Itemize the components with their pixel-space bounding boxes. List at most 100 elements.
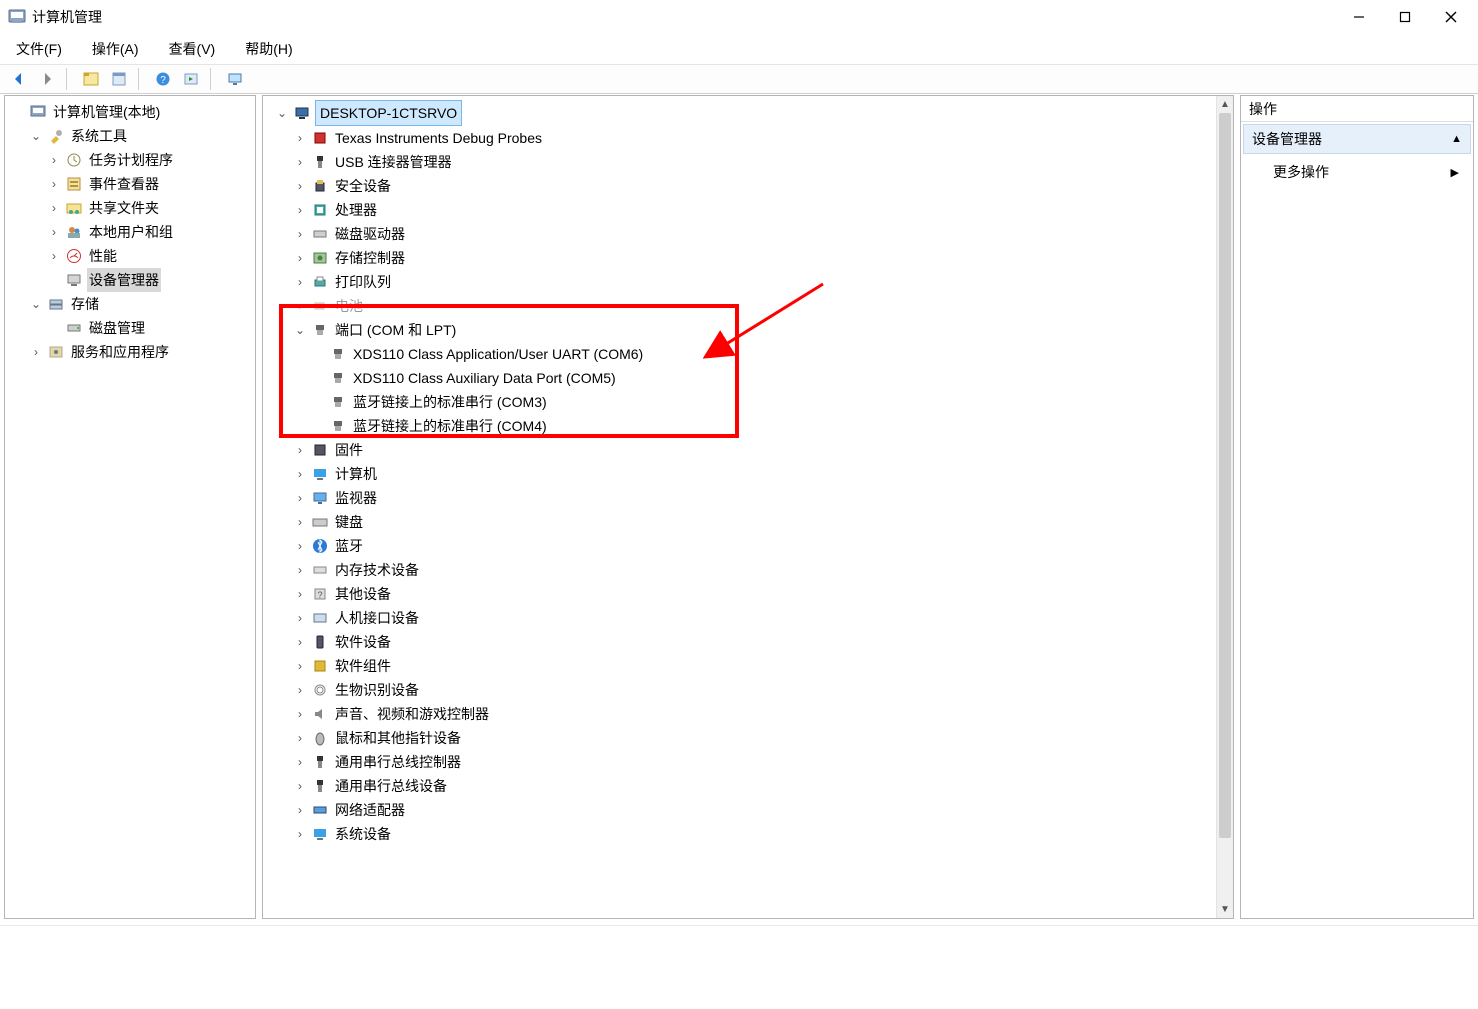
task-scheduler[interactable]: › 任务计划程序 xyxy=(43,148,253,172)
cat-software-devices[interactable]: ›软件设备 xyxy=(289,630,1214,654)
port-label: 蓝牙链接上的标准串行 (COM4) xyxy=(351,414,549,438)
refresh-button[interactable] xyxy=(178,67,204,91)
performance[interactable]: › 性能 xyxy=(43,244,253,268)
cat-ti-debug[interactable]: ›Texas Instruments Debug Probes xyxy=(289,126,1214,150)
cat-hid[interactable]: ›人机接口设备 xyxy=(289,606,1214,630)
port-bt-com4[interactable]: 蓝牙链接上的标准串行 (COM4) xyxy=(307,414,1214,438)
cat-software-components[interactable]: ›软件组件 xyxy=(289,654,1214,678)
chevron-down-icon[interactable]: ⌄ xyxy=(275,106,289,120)
event-viewer[interactable]: › 事件查看器 xyxy=(43,172,253,196)
chevron-right-icon[interactable]: › xyxy=(293,755,307,769)
chevron-right-icon[interactable]: › xyxy=(293,251,307,265)
chevron-right-icon[interactable]: › xyxy=(47,177,61,191)
show-hide-tree-button[interactable] xyxy=(78,67,104,91)
chevron-right-icon[interactable]: › xyxy=(293,539,307,553)
system-tools[interactable]: ⌄ 系统工具 xyxy=(25,124,253,148)
chevron-right-icon[interactable]: › xyxy=(293,635,307,649)
cat-system-devices[interactable]: ›系统设备 xyxy=(289,822,1214,846)
port-xds-uart[interactable]: XDS110 Class Application/User UART (COM6… xyxy=(307,342,1214,366)
chevron-right-icon[interactable]: › xyxy=(293,299,307,313)
device-manager[interactable]: 设备管理器 xyxy=(43,268,253,292)
cat-network-adapters[interactable]: ›网络适配器 xyxy=(289,798,1214,822)
cat-batteries[interactable]: ›电池 xyxy=(289,294,1214,318)
vertical-scrollbar[interactable]: ▲ ▼ xyxy=(1216,96,1233,918)
chevron-right-icon[interactable]: › xyxy=(293,803,307,817)
port-xds-aux[interactable]: XDS110 Class Auxiliary Data Port (COM5) xyxy=(307,366,1214,390)
chevron-right-icon[interactable]: › xyxy=(293,611,307,625)
disk-management[interactable]: 磁盘管理 xyxy=(43,316,253,340)
back-button[interactable] xyxy=(6,67,32,91)
chevron-right-icon[interactable]: › xyxy=(293,155,307,169)
cat-firmware[interactable]: ›固件 xyxy=(289,438,1214,462)
shared-folders[interactable]: › 共享文件夹 xyxy=(43,196,253,220)
chevron-right-icon[interactable]: › xyxy=(47,249,61,263)
chevron-right-icon[interactable]: › xyxy=(293,203,307,217)
cat-print-queues[interactable]: ›打印队列 xyxy=(289,270,1214,294)
chevron-right-icon[interactable]: › xyxy=(47,201,61,215)
cat-usb-conn-mgr[interactable]: ›USB 连接器管理器 xyxy=(289,150,1214,174)
cat-other-devices[interactable]: ›?其他设备 xyxy=(289,582,1214,606)
cat-label: 通用串行总线控制器 xyxy=(333,750,463,774)
chevron-right-icon[interactable]: › xyxy=(293,587,307,601)
menu-help[interactable]: 帮助(H) xyxy=(239,35,298,63)
storage[interactable]: ⌄ 存储 xyxy=(25,292,253,316)
help-button[interactable]: ? xyxy=(150,67,176,91)
menu-view[interactable]: 查看(V) xyxy=(163,35,222,63)
chevron-right-icon[interactable]: › xyxy=(293,491,307,505)
cat-biometric[interactable]: ›生物识别设备 xyxy=(289,678,1214,702)
cat-usb-controllers[interactable]: › 通用串行总线控制器 xyxy=(289,750,1214,774)
properties-button[interactable] xyxy=(106,67,132,91)
chevron-right-icon[interactable]: › xyxy=(29,345,43,359)
local-users[interactable]: › 本地用户和组 xyxy=(43,220,253,244)
chevron-right-icon[interactable]: › xyxy=(293,683,307,697)
scroll-down-button[interactable]: ▼ xyxy=(1217,901,1234,918)
close-button[interactable] xyxy=(1428,2,1474,32)
cat-sound-video-game[interactable]: ›声音、视频和游戏控制器 xyxy=(289,702,1214,726)
cat-security[interactable]: ›安全设备 xyxy=(289,174,1214,198)
cat-processors[interactable]: ›处理器 xyxy=(289,198,1214,222)
cat-mice[interactable]: ›鼠标和其他指针设备 xyxy=(289,726,1214,750)
cat-keyboards[interactable]: ›键盘 xyxy=(289,510,1214,534)
chevron-right-icon[interactable]: › xyxy=(293,563,307,577)
tree-root[interactable]: 计算机管理(本地) xyxy=(7,100,253,124)
chevron-right-icon[interactable]: › xyxy=(293,443,307,457)
chevron-right-icon[interactable]: › xyxy=(293,827,307,841)
cat-ports[interactable]: ⌄ 端口 (COM 和 LPT) xyxy=(289,318,1214,342)
chevron-right-icon[interactable]: › xyxy=(293,731,307,745)
chevron-down-icon[interactable]: ⌄ xyxy=(29,129,43,143)
more-actions[interactable]: 更多操作 ▶ xyxy=(1241,156,1473,188)
cat-disk-drives[interactable]: ›磁盘驱动器 xyxy=(289,222,1214,246)
chevron-down-icon[interactable]: ⌄ xyxy=(293,323,307,337)
chevron-right-icon[interactable]: › xyxy=(293,779,307,793)
port-bt-com3[interactable]: 蓝牙链接上的标准串行 (COM3) xyxy=(307,390,1214,414)
actions-group[interactable]: 设备管理器 ▲ xyxy=(1243,124,1471,154)
cat-memory-tech[interactable]: ›内存技术设备 xyxy=(289,558,1214,582)
monitor-icon-button[interactable] xyxy=(222,67,248,91)
chevron-right-icon[interactable]: › xyxy=(293,467,307,481)
chevron-right-icon[interactable]: › xyxy=(293,659,307,673)
menu-action[interactable]: 操作(A) xyxy=(86,35,145,63)
device-root[interactable]: ⌄ DESKTOP-1CTSRVO xyxy=(271,100,1214,126)
chevron-right-icon[interactable]: › xyxy=(293,275,307,289)
cat-monitors[interactable]: ›监视器 xyxy=(289,486,1214,510)
chevron-down-icon[interactable]: ⌄ xyxy=(29,297,43,311)
chevron-right-icon[interactable]: › xyxy=(293,707,307,721)
scroll-up-button[interactable]: ▲ xyxy=(1217,96,1234,113)
chevron-right-icon[interactable]: › xyxy=(293,179,307,193)
chevron-right-icon[interactable]: › xyxy=(293,131,307,145)
menu-file[interactable]: 文件(F) xyxy=(10,35,68,63)
services-apps[interactable]: › 服务和应用程序 xyxy=(25,340,253,364)
chevron-right-icon[interactable]: › xyxy=(293,515,307,529)
cat-usb-devices[interactable]: ›通用串行总线设备 xyxy=(289,774,1214,798)
cat-computers[interactable]: ›计算机 xyxy=(289,462,1214,486)
scrollbar-thumb[interactable] xyxy=(1219,113,1231,838)
scrollbar-track[interactable] xyxy=(1217,113,1233,901)
maximize-button[interactable] xyxy=(1382,2,1428,32)
cat-storage-ctrl[interactable]: ›存储控制器 xyxy=(289,246,1214,270)
chevron-right-icon[interactable]: › xyxy=(47,153,61,167)
chevron-right-icon[interactable]: › xyxy=(47,225,61,239)
cat-bluetooth[interactable]: ›蓝牙 xyxy=(289,534,1214,558)
minimize-button[interactable] xyxy=(1336,2,1382,32)
forward-button[interactable] xyxy=(34,67,60,91)
chevron-right-icon[interactable]: › xyxy=(293,227,307,241)
